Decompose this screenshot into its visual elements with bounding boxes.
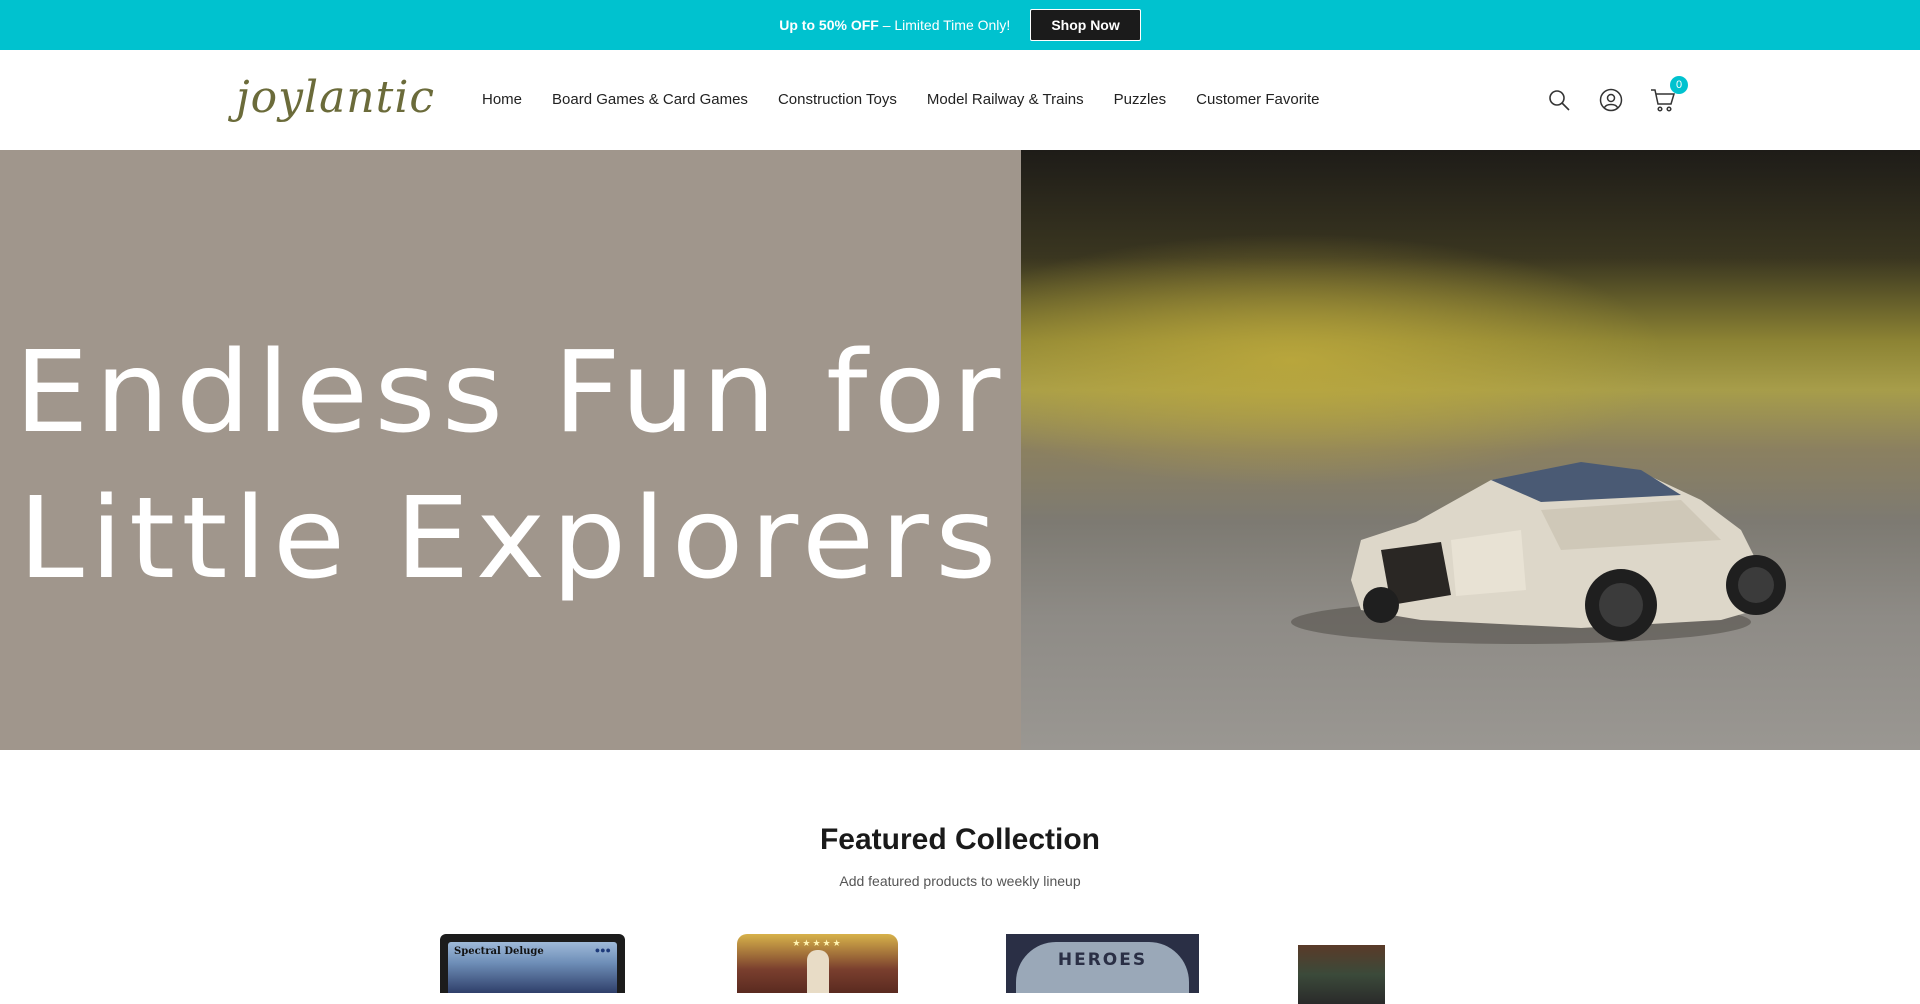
product-card-4[interactable] — [1298, 945, 1385, 1004]
nav-item-puzzles[interactable]: Puzzles — [1114, 91, 1167, 108]
account-icon — [1599, 88, 1623, 112]
search-button[interactable] — [1546, 86, 1572, 114]
nav-item-board-games[interactable]: Board Games & Card Games — [552, 91, 748, 108]
product-2-stars: ★★★★★ — [792, 938, 843, 948]
product-card-3[interactable]: HEROES — [1006, 934, 1199, 993]
hero-title-line2: Little Explorers — [18, 474, 1003, 604]
product-3-label: HEROES — [1057, 950, 1148, 970]
nav-item-construction-toys[interactable]: Construction Toys — [778, 91, 897, 108]
hero-text-panel: Endless Fun for Little Explorers — [0, 150, 1021, 750]
featured-collection-title: Featured Collection — [819, 823, 1101, 856]
search-icon — [1549, 90, 1570, 111]
header-icons: 0 — [1546, 76, 1688, 114]
nav-item-home[interactable]: Home — [482, 91, 522, 108]
site-logo[interactable]: joylantic — [236, 72, 435, 123]
product-card-2[interactable]: ★★★★★ — [737, 934, 898, 993]
announcement-bar: Up to 50% OFF – Limited Time Only! Shop … — [0, 0, 1920, 50]
main-nav: Home Board Games & Card Games Constructi… — [482, 91, 1350, 108]
account-button[interactable] — [1598, 86, 1624, 114]
cart-button[interactable]: 0 — [1650, 76, 1688, 114]
hero-banner: Endless Fun for Little Explorers — [0, 150, 1920, 750]
toy-car-image — [1291, 462, 1786, 644]
product-image-1: Spectral Deluge ●●● — [448, 942, 617, 993]
featured-products: Spectral Deluge ●●● ★★★★★ HEROES — [0, 934, 1920, 1004]
hero-title-line1: Endless Fun for — [14, 328, 1007, 458]
cart-count-badge: 0 — [1670, 76, 1688, 94]
product-image-3: HEROES — [1016, 942, 1189, 993]
featured-collection-subtitle: Add featured products to weekly lineup — [839, 873, 1081, 889]
announcement-discount: Up to 50% OFF — [779, 17, 879, 33]
hero-title: Endless Fun for Little Explorers — [0, 320, 1047, 612]
product-card-1[interactable]: Spectral Deluge ●●● — [440, 934, 625, 993]
site-header: joylantic Home Board Games & Card Games … — [0, 50, 1920, 150]
nav-item-customer-favorite[interactable]: Customer Favorite — [1196, 91, 1319, 108]
mana-cost-icon: ●●● — [594, 945, 611, 955]
announcement-rest: – Limited Time Only! — [878, 17, 1011, 33]
product-image-2 — [807, 950, 829, 993]
shop-now-button[interactable]: Shop Now — [1030, 9, 1141, 41]
announcement-text: Up to 50% OFF – Limited Time Only! — [779, 17, 1010, 33]
hero-image[interactable] — [1021, 150, 1920, 750]
product-1-card-name: Spectral Deluge — [454, 946, 544, 957]
nav-item-model-railway[interactable]: Model Railway & Trains — [927, 91, 1084, 108]
